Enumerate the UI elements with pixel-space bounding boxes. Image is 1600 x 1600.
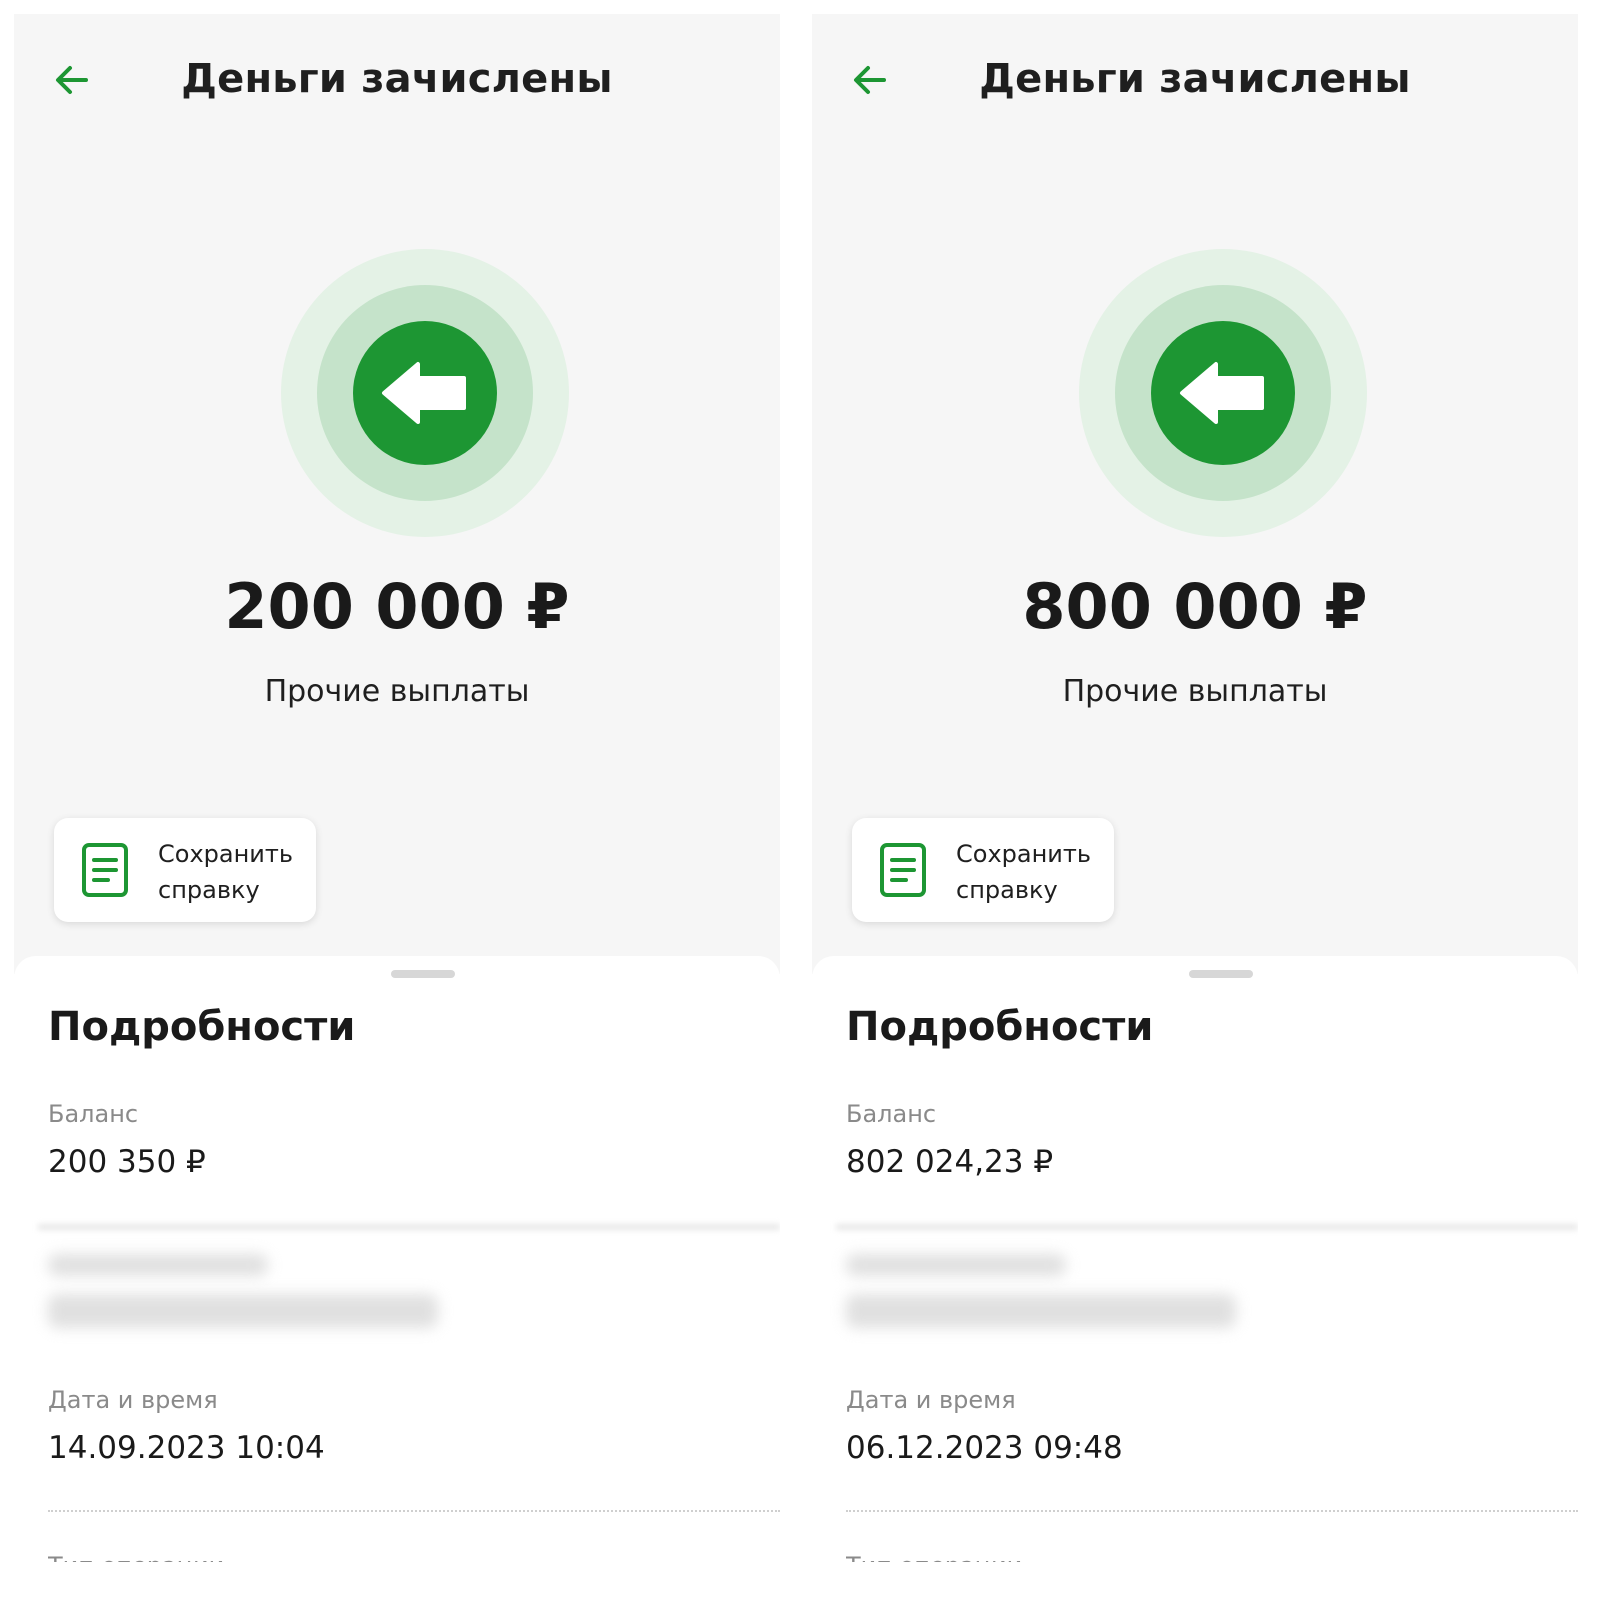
- amount: 200 000 ₽: [224, 570, 570, 643]
- datetime-value: 06.12.2023 09:48: [846, 1430, 1123, 1466]
- operation-category: Прочие выплаты: [1062, 674, 1328, 709]
- details-sheet: Подробности Баланс 200 350 ₽ Дата и врем…: [14, 956, 780, 1590]
- save-receipt-button[interactable]: Сохранить справку: [54, 818, 316, 922]
- save-receipt-label: Сохранить справку: [158, 840, 293, 904]
- incoming-arrow-icon: [281, 249, 569, 537]
- save-receipt-button[interactable]: Сохранить справку: [852, 818, 1114, 922]
- blurred-divider: [38, 1224, 780, 1230]
- blurred-account-value: [48, 1294, 438, 1328]
- datetime-label: Дата и время: [48, 1386, 218, 1414]
- blurred-account-label: [48, 1254, 268, 1276]
- details-title: Подробности: [846, 1004, 1154, 1050]
- operation-type-label: Тип операции: [48, 1546, 224, 1562]
- blurred-divider: [836, 1224, 1578, 1230]
- balance-value: 802 024,23 ₽: [846, 1144, 1054, 1180]
- operation-category: Прочие выплаты: [264, 674, 530, 709]
- dotted-divider: [48, 1510, 780, 1512]
- screen-left: Деньги зачислены 200 000 ₽ Прочие выплат…: [14, 14, 780, 1590]
- page-title: Деньги зачислены: [181, 56, 613, 102]
- balance-label: Баланс: [846, 1100, 937, 1128]
- header-area: Деньги зачислены 200 000 ₽ Прочие выплат…: [14, 14, 780, 974]
- details-title: Подробности: [48, 1004, 356, 1050]
- blurred-account-value: [846, 1294, 1236, 1328]
- header-area: Деньги зачислены 800 000 ₽ Прочие выплат…: [812, 14, 1578, 974]
- balance-label: Баланс: [48, 1100, 139, 1128]
- page-title: Деньги зачислены: [979, 56, 1411, 102]
- save-receipt-label: Сохранить справку: [956, 840, 1091, 904]
- details-sheet: Подробности Баланс 802 024,23 ₽ Дата и в…: [812, 956, 1578, 1590]
- dotted-divider: [846, 1510, 1578, 1512]
- drag-handle[interactable]: [1189, 970, 1253, 978]
- incoming-arrow-icon: [1079, 249, 1367, 537]
- datetime-value: 14.09.2023 10:04: [48, 1430, 325, 1466]
- amount: 800 000 ₽: [1022, 570, 1368, 643]
- datetime-label: Дата и время: [846, 1386, 1016, 1414]
- balance-value: 200 350 ₽: [48, 1144, 206, 1180]
- drag-handle[interactable]: [391, 970, 455, 978]
- document-icon: [82, 843, 128, 897]
- document-icon: [880, 843, 926, 897]
- operation-type-label: Тип операции: [846, 1546, 1022, 1562]
- blurred-account-label: [846, 1254, 1066, 1276]
- screen-right: Деньги зачислены 800 000 ₽ Прочие выплат…: [812, 14, 1578, 1590]
